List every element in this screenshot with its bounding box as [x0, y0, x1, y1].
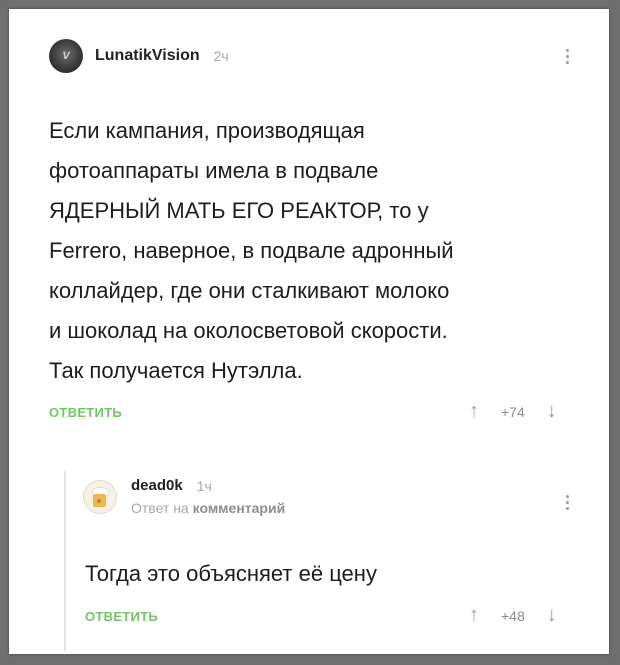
upvote-icon[interactable]: ↑	[469, 400, 479, 423]
reply-button[interactable]: ОТВЕТИТЬ	[49, 405, 122, 420]
more-options-icon[interactable]	[564, 495, 570, 510]
vote-count: +74	[501, 403, 525, 420]
vote-count: +48	[501, 607, 525, 624]
comment-username[interactable]: LunatikVision	[95, 47, 200, 65]
more-options-icon[interactable]	[564, 49, 570, 64]
reply-meta: dead0k 1ч Ответ на комментарий	[131, 477, 285, 516]
reply-body: Тогда это объясняет её цену	[85, 561, 377, 586]
avatar-text: V	[62, 50, 70, 62]
vote-controls: ↑ +74 ↓	[469, 400, 557, 423]
comment-card: V LunatikVision 2ч Если кампания, произв…	[9, 9, 609, 654]
comment-header: V LunatikVision 2ч	[49, 39, 229, 73]
avatar[interactable]	[83, 479, 117, 514]
comment-body: Если кампания, производящая фотоаппараты…	[49, 118, 454, 383]
upvote-icon[interactable]: ↑	[469, 604, 479, 627]
reply-to-prefix: Ответ на	[131, 500, 189, 516]
avatar[interactable]: V	[49, 39, 83, 73]
vote-controls: ↑ +48 ↓	[469, 604, 557, 627]
reply-time: 1ч	[196, 477, 212, 494]
reply-button[interactable]: ОТВЕТИТЬ	[85, 609, 158, 624]
downvote-icon[interactable]: ↓	[547, 400, 557, 423]
thread-line	[64, 471, 66, 651]
reply-to-line: Ответ на комментарий	[131, 500, 285, 516]
reply-header: dead0k 1ч Ответ на комментарий	[83, 477, 285, 516]
comment-time: 2ч	[213, 48, 229, 64]
downvote-icon[interactable]: ↓	[547, 604, 557, 627]
reply-username[interactable]: dead0k	[131, 477, 183, 494]
reply-to-link[interactable]: комментарий	[193, 500, 286, 516]
